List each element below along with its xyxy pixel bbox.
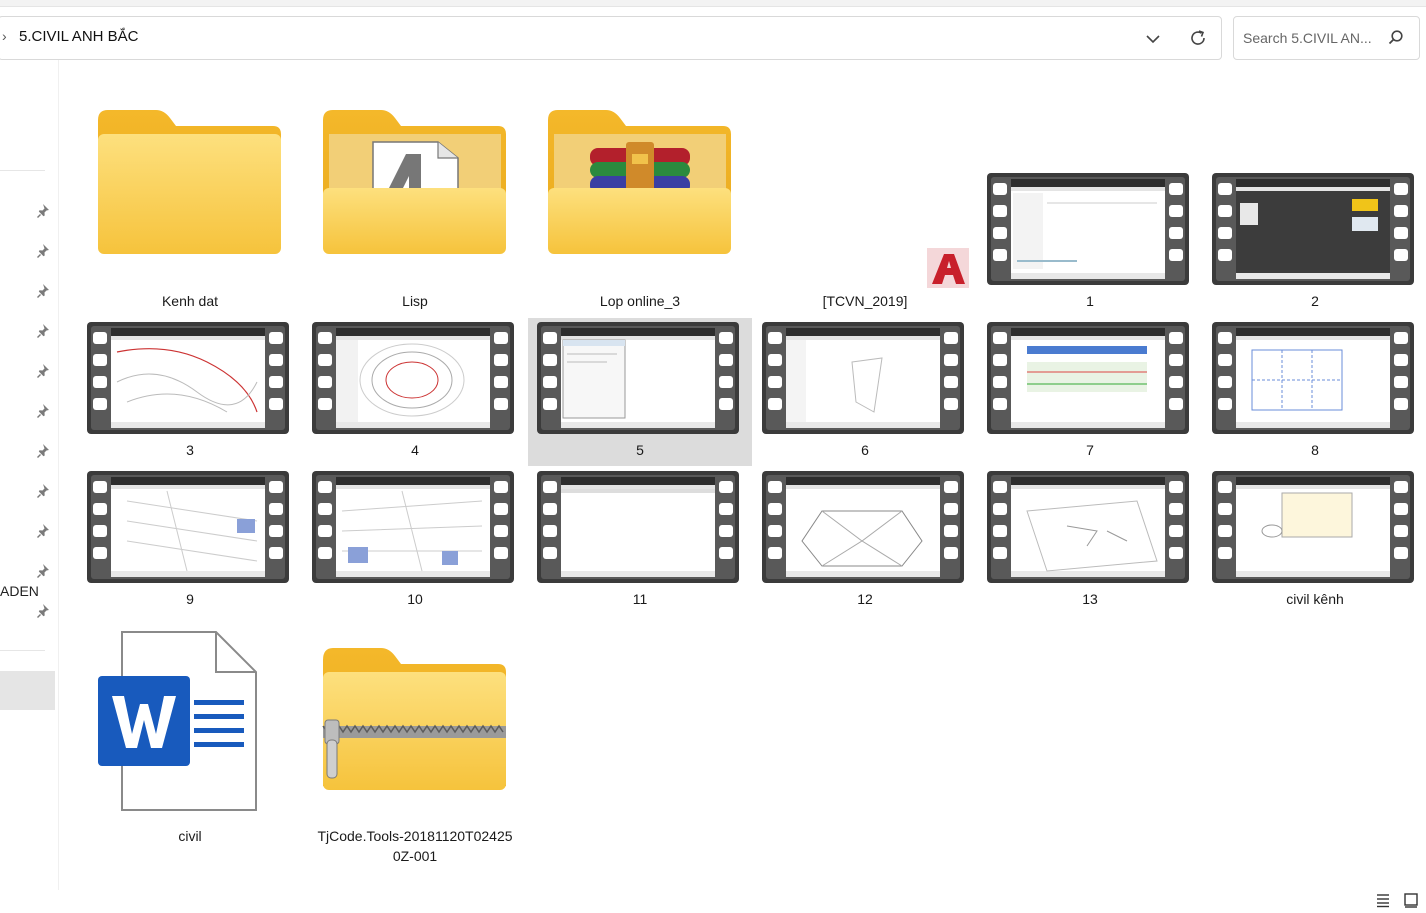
video-thumbnail — [1212, 173, 1414, 285]
item-label: [TCVN_2019] — [822, 293, 908, 309]
item-label: Lop online_3 — [599, 293, 681, 309]
video-thumbnail — [87, 322, 289, 434]
video-item[interactable]: 1 — [978, 96, 1202, 318]
video-thumbnail — [87, 471, 289, 583]
item-label: Lisp — [402, 293, 428, 309]
pin-icon[interactable] — [36, 523, 52, 539]
item-label: 8 — [1311, 442, 1319, 458]
pin-icon[interactable] — [36, 563, 52, 579]
breadcrumb-current[interactable]: 5.CIVIL ANH BẮC — [19, 28, 139, 45]
video-item[interactable]: 11 — [528, 467, 752, 615]
video-thumbnail — [987, 173, 1189, 285]
breadcrumb-chevron-icon[interactable]: › — [2, 28, 7, 44]
item-label-line2: 0Z-001 — [392, 848, 438, 864]
item-label: 9 — [186, 591, 194, 607]
video-thumbnail — [762, 322, 964, 434]
pin-icon[interactable] — [36, 323, 52, 339]
video-item[interactable]: 6 — [753, 318, 977, 466]
pin-icon[interactable] — [36, 603, 52, 619]
video-item-selected[interactable]: 5 — [528, 318, 752, 466]
folder-item[interactable]: Lop online_3 — [528, 96, 752, 318]
video-item[interactable]: 10 — [303, 467, 527, 615]
nav-item-label[interactable]: ADEN — [0, 583, 39, 599]
video-item[interactable]: 8 — [1203, 318, 1426, 466]
item-label: 1 — [1086, 293, 1094, 309]
pin-icon[interactable] — [36, 443, 52, 459]
folder-item[interactable]: Kenh dat — [78, 96, 302, 318]
video-thumbnail — [312, 471, 514, 583]
item-label: 13 — [1082, 591, 1098, 607]
item-label-line1: TjCode.Tools-20181120T02425 — [317, 828, 513, 844]
refresh-icon[interactable] — [1187, 27, 1209, 54]
video-item[interactable]: 13 — [978, 467, 1202, 615]
folder-item[interactable]: Lisp — [303, 96, 527, 318]
address-bar[interactable]: › 5.CIVIL ANH BẮC — [0, 16, 1222, 60]
file-item[interactable]: [TCVN_2019] — [753, 96, 977, 318]
video-thumbnail — [987, 471, 1189, 583]
word-document-icon — [98, 631, 257, 811]
details-view-icon[interactable] — [1375, 892, 1391, 913]
zip-folder-icon — [322, 648, 506, 790]
item-label: 4 — [411, 442, 419, 458]
item-label: 3 — [186, 442, 194, 458]
pin-icon[interactable] — [36, 203, 52, 219]
title-bar-strip — [0, 0, 1426, 7]
search-icon[interactable] — [1387, 29, 1405, 52]
pin-icon[interactable] — [36, 483, 52, 499]
winrar-folder-icon — [548, 110, 731, 254]
chevron-down-icon[interactable] — [1142, 29, 1164, 54]
video-thumbnail — [312, 322, 514, 434]
item-label: civil — [178, 828, 202, 844]
item-label: civil kênh — [1286, 591, 1344, 607]
item-label: 5 — [636, 442, 644, 458]
item-label: 7 — [1086, 442, 1094, 458]
search-input[interactable]: Search 5.CIVIL AN... — [1243, 30, 1372, 46]
item-label: 6 — [861, 442, 869, 458]
video-thumbnail — [762, 471, 964, 583]
video-item[interactable]: 3 — [78, 318, 302, 466]
pin-icon[interactable] — [36, 243, 52, 259]
autocad-icon — [927, 248, 969, 288]
video-thumbnail — [537, 322, 739, 434]
item-label: 10 — [407, 591, 423, 607]
video-item[interactable]: 4 — [303, 318, 527, 466]
nav-divider — [0, 650, 45, 651]
file-item[interactable]: civil — [78, 616, 302, 866]
search-box[interactable]: Search 5.CIVIL AN... — [1233, 16, 1420, 60]
large-icons-view-icon[interactable] — [1403, 892, 1419, 913]
folder-icon — [98, 110, 281, 254]
nav-item-selected[interactable] — [0, 671, 55, 710]
zip-item[interactable]: TjCode.Tools-20181120T02425 0Z-001 — [303, 616, 527, 866]
video-item[interactable]: 12 — [753, 467, 977, 615]
video-thumbnail — [987, 322, 1189, 434]
pin-icon[interactable] — [36, 283, 52, 299]
nav-divider — [0, 170, 45, 171]
item-label: 12 — [857, 591, 873, 607]
item-label: 2 — [1311, 293, 1319, 309]
video-item[interactable]: 2 — [1203, 96, 1426, 318]
video-thumbnail — [1212, 322, 1414, 434]
video-item[interactable]: 9 — [78, 467, 302, 615]
item-label: Kenh dat — [161, 293, 219, 309]
pin-icon[interactable] — [36, 403, 52, 419]
pin-icon[interactable] — [36, 363, 52, 379]
item-label: 11 — [632, 591, 648, 607]
video-thumbnail — [1212, 471, 1414, 583]
autocad-folder-icon — [323, 110, 506, 254]
video-item[interactable]: 7 — [978, 318, 1202, 466]
video-item[interactable]: civil kênh — [1203, 467, 1426, 615]
navigation-pane: ADEN — [0, 60, 59, 890]
video-thumbnail — [537, 471, 739, 583]
